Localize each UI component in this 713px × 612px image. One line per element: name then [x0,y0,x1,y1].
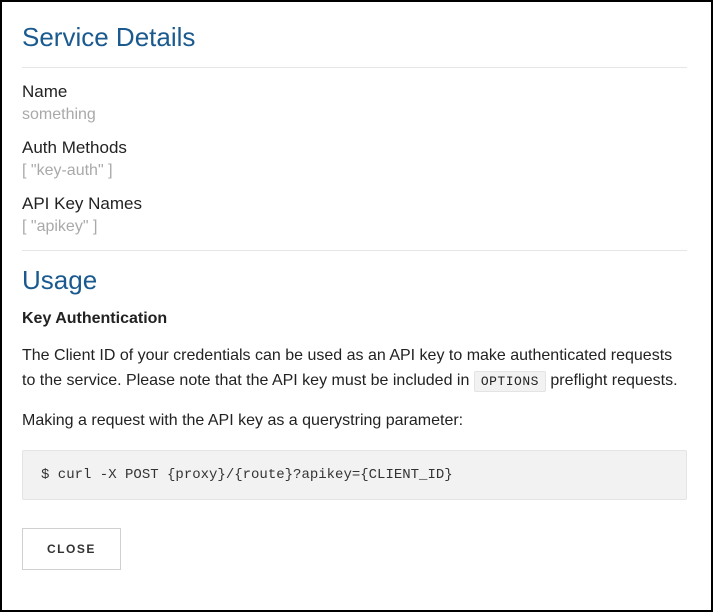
usage-body: The Client ID of your credentials can be… [22,344,687,394]
field-api-key-names-value: [ "apikey" ] [22,218,687,236]
usage-heading: Usage [22,265,687,296]
field-auth-methods-label: Auth Methods [22,138,687,158]
usage-subtitle: Key Authentication [22,310,687,328]
field-name-value: something [22,106,687,124]
close-button[interactable]: CLOSE [22,528,121,570]
field-api-key-names: API Key Names [ "apikey" ] [22,194,687,236]
field-auth-methods: Auth Methods [ "key-auth" ] [22,138,687,180]
field-auth-methods-value: [ "key-auth" ] [22,162,687,180]
usage-body-after: preflight requests. [546,372,678,389]
spacer [22,570,687,610]
service-details-heading: Service Details [22,22,687,53]
field-name: Name something [22,82,687,124]
divider [22,67,687,68]
usage-note: Making a request with the API key as a q… [22,412,687,430]
field-name-label: Name [22,82,687,102]
field-api-key-names-label: API Key Names [22,194,687,214]
options-code: OPTIONS [474,371,546,392]
divider [22,250,687,251]
dialog-content[interactable]: Service Details Name something Auth Meth… [2,2,711,610]
code-example: $ curl -X POST {proxy}/{route}?apikey={C… [22,450,687,500]
